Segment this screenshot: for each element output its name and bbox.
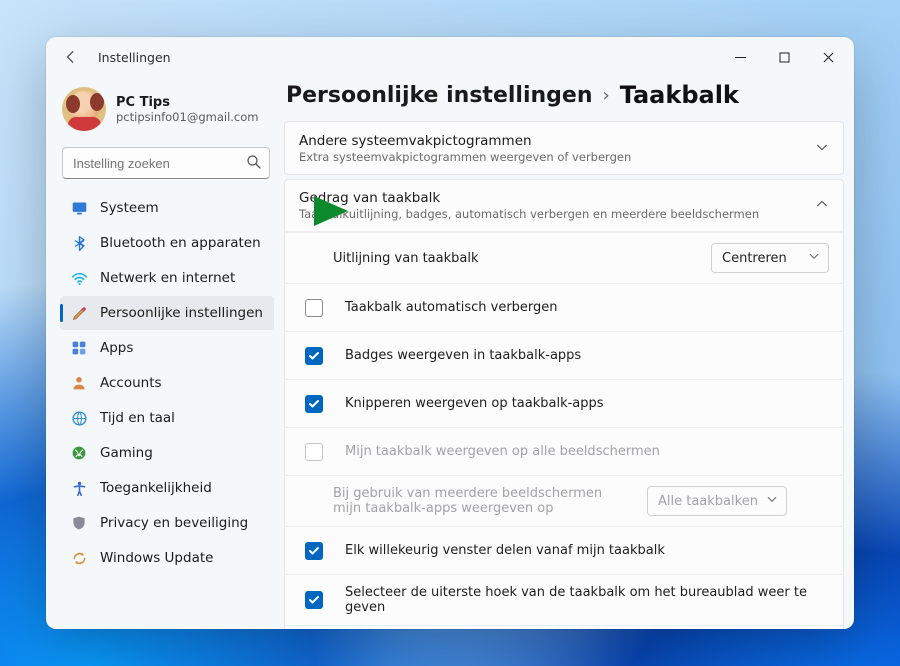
sidebar-item-apps[interactable]: Apps: [60, 331, 274, 365]
row-label: Selecteer de uiterste hoek van de taakba…: [345, 585, 829, 615]
card-header-behavior[interactable]: Gedrag van taakbalk Taakbalkuitlijning, …: [285, 180, 843, 232]
row-label: Elk willekeurig venster delen vanaf mijn…: [345, 543, 829, 558]
row-alignment: Uitlijning van taakbalk Centreren: [285, 232, 843, 283]
multi-display-select: Alle taakbalken: [647, 486, 787, 516]
nav-list: Systeem Bluetooth en apparaten Netwerk e…: [60, 191, 274, 575]
checkbox-badges[interactable]: [305, 347, 323, 365]
apps-icon: [70, 339, 88, 357]
sidebar-item-accounts[interactable]: Accounts: [60, 366, 274, 400]
sidebar-item-label: Persoonlijke instellingen: [100, 305, 263, 321]
sidebar-item-systeem[interactable]: Systeem: [60, 191, 274, 225]
row-label: Bij gebruik van meerdere beeldschermen m…: [333, 486, 633, 516]
wifi-icon: [70, 269, 88, 287]
titlebar: Instellingen: [46, 37, 854, 77]
chevron-down-icon: [808, 250, 820, 266]
card-title: Andere systeemvakpictogrammen: [299, 133, 805, 149]
chevron-down-icon: [815, 139, 829, 158]
sidebar-item-label: Tijd en taal: [100, 410, 175, 426]
maximize-button[interactable]: [762, 42, 806, 72]
checkbox-autohide[interactable]: [305, 299, 323, 317]
row-autohide[interactable]: Taakbalk automatisch verbergen: [285, 283, 843, 331]
account-name: PC Tips: [116, 95, 258, 110]
row-label: Knipperen weergeven op taakbalk-apps: [345, 396, 829, 411]
page-title: Taakbalk: [620, 81, 739, 109]
row-label: Taakbalk automatisch verbergen: [345, 300, 829, 315]
maximize-icon: [779, 52, 790, 63]
sidebar-item-update[interactable]: Windows Update: [60, 541, 274, 575]
chevron-right-icon: ›: [602, 85, 609, 106]
sidebar-item-gaming[interactable]: Gaming: [60, 436, 274, 470]
sidebar-item-label: Accounts: [100, 375, 162, 391]
sidebar-item-label: Netwerk en internet: [100, 270, 235, 286]
sidebar-item-label: Privacy en beveiliging: [100, 515, 248, 531]
sidebar-item-label: Systeem: [100, 200, 159, 216]
row-multi-display: Bij gebruik van meerdere beeldschermen m…: [285, 475, 843, 526]
close-icon: [823, 52, 834, 63]
person-icon: [70, 374, 88, 392]
sidebar-item-label: Windows Update: [100, 550, 213, 566]
bluetooth-icon: [70, 234, 88, 252]
checkbox-share[interactable]: [305, 542, 323, 560]
select-value: Alle taakbalken: [658, 494, 758, 509]
close-button[interactable]: [806, 42, 850, 72]
sidebar-item-tijd[interactable]: Tijd en taal: [60, 401, 274, 435]
checkbox-all-displays: [305, 443, 323, 461]
sidebar-item-persoonlijk[interactable]: Persoonlijke instellingen: [60, 296, 274, 330]
search-box: [62, 147, 270, 179]
minimize-icon: [735, 52, 746, 63]
sidebar-item-privacy[interactable]: Privacy en beveiliging: [60, 506, 274, 540]
paintbrush-icon: [70, 304, 88, 322]
row-label: Uitlijning van taakbalk: [333, 251, 697, 266]
select-value: Centreren: [722, 251, 787, 266]
shield-icon: [70, 514, 88, 532]
card-subtitle: Extra systeemvakpictogrammen weergeven o…: [299, 150, 805, 164]
sidebar-item-label: Bluetooth en apparaten: [100, 235, 261, 251]
sidebar-item-label: Apps: [100, 340, 133, 356]
card-tray-icons: Andere systeemvakpictogrammen Extra syst…: [284, 121, 844, 175]
card-taskbar-behavior: Gedrag van taakbalk Taakbalkuitlijning, …: [284, 179, 844, 629]
chevron-down-icon: [766, 493, 778, 509]
row-corner[interactable]: Selecteer de uiterste hoek van de taakba…: [285, 574, 843, 625]
row-badges[interactable]: Badges weergeven in taakbalk-apps: [285, 331, 843, 379]
window-title: Instellingen: [98, 50, 171, 65]
alignment-select[interactable]: Centreren: [711, 243, 829, 273]
sidebar-item-bluetooth[interactable]: Bluetooth en apparaten: [60, 226, 274, 260]
monitor-icon: [70, 199, 88, 217]
update-icon: [70, 549, 88, 567]
checkbox-flash[interactable]: [305, 395, 323, 413]
row-all-displays: Mijn taakbalk weergeven op alle beeldsch…: [285, 427, 843, 475]
sidebar-item-toegankelijk[interactable]: Toegankelijkheid: [60, 471, 274, 505]
breadcrumb: Persoonlijke instellingen › Taakbalk: [284, 79, 844, 121]
card-title: Gedrag van taakbalk: [299, 190, 805, 206]
avatar: [62, 87, 106, 131]
row-label: Badges weergeven in taakbalk-apps: [345, 348, 829, 363]
row-flash[interactable]: Knipperen weergeven op taakbalk-apps: [285, 379, 843, 427]
search-icon: [246, 154, 262, 174]
globe-clock-icon: [70, 409, 88, 427]
sidebar-item-netwerk[interactable]: Netwerk en internet: [60, 261, 274, 295]
row-share[interactable]: Elk willekeurig venster delen vanaf mijn…: [285, 526, 843, 574]
row-label: Mijn taakbalk weergeven op alle beeldsch…: [345, 444, 829, 459]
sidebar: PC Tips pctipsinfo01@gmail.com Systeem B…: [46, 77, 282, 629]
main-content: Persoonlijke instellingen › Taakbalk And…: [282, 77, 854, 629]
card-subtitle: Taakbalkuitlijning, badges, automatisch …: [299, 207, 805, 221]
minimize-button[interactable]: [718, 42, 762, 72]
card-header-tray[interactable]: Andere systeemvakpictogrammen Extra syst…: [285, 122, 843, 174]
accessibility-icon: [70, 479, 88, 497]
sidebar-item-label: Toegankelijkheid: [100, 480, 212, 496]
xbox-icon: [70, 444, 88, 462]
sidebar-item-label: Gaming: [100, 445, 153, 461]
account-email: pctipsinfo01@gmail.com: [116, 110, 258, 124]
breadcrumb-parent[interactable]: Persoonlijke instellingen: [286, 83, 592, 108]
row-seconds[interactable]: Seconden weergeven in systeemvakklok (ve…: [285, 625, 843, 629]
search-input[interactable]: [62, 147, 270, 179]
back-button[interactable]: [58, 44, 84, 70]
arrow-left-icon: [64, 50, 78, 64]
account-block[interactable]: PC Tips pctipsinfo01@gmail.com: [60, 81, 274, 145]
settings-window: Instellingen PC Tips pctipsinfo01@gmail.…: [46, 37, 854, 629]
chevron-up-icon: [815, 196, 829, 215]
checkbox-corner[interactable]: [305, 591, 323, 609]
